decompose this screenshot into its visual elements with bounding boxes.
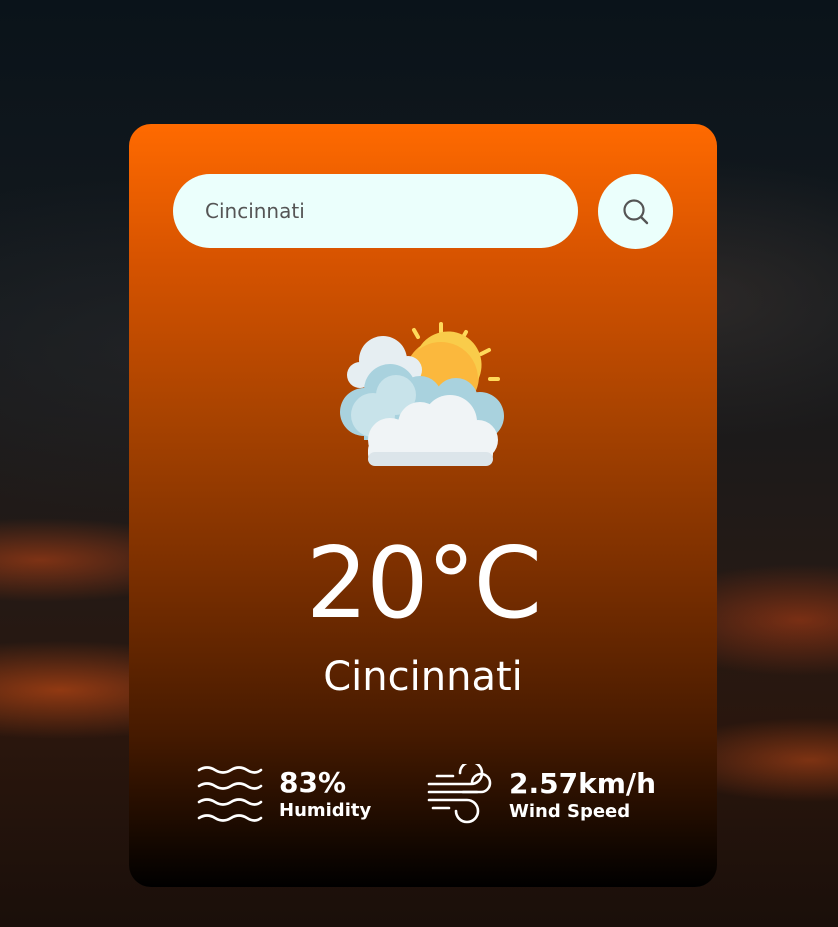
wind-detail: 2.57km/h Wind Speed: [427, 764, 656, 826]
wind-speed-label: Wind Speed: [509, 801, 631, 822]
humidity-label: Humidity: [279, 800, 372, 821]
search-button[interactable]: [598, 174, 673, 249]
wind-speed-value: 2.57km/h: [509, 767, 657, 800]
search-icon: [622, 198, 648, 224]
wind-text: 2.57km/h Wind Speed: [509, 767, 656, 823]
city-name: Cincinnati: [323, 654, 523, 700]
wind-icon: [427, 764, 492, 824]
weather-card: 20°C Cincinnati 83% Humidity: [129, 124, 717, 887]
humidity-text: 83% Humidity: [279, 766, 371, 822]
partly-cloudy-sun-icon: [340, 322, 504, 466]
humidity-waves-icon: [197, 766, 263, 822]
humidity-detail: 83% Humidity: [197, 764, 371, 824]
city-search-input[interactable]: [173, 174, 578, 248]
humidity-value: 83%: [279, 766, 347, 799]
temperature: 20°C: [305, 527, 542, 641]
weather-details: 83% Humidity 2.57km/h Wind Speed: [129, 764, 717, 844]
search-bar: [173, 174, 673, 249]
